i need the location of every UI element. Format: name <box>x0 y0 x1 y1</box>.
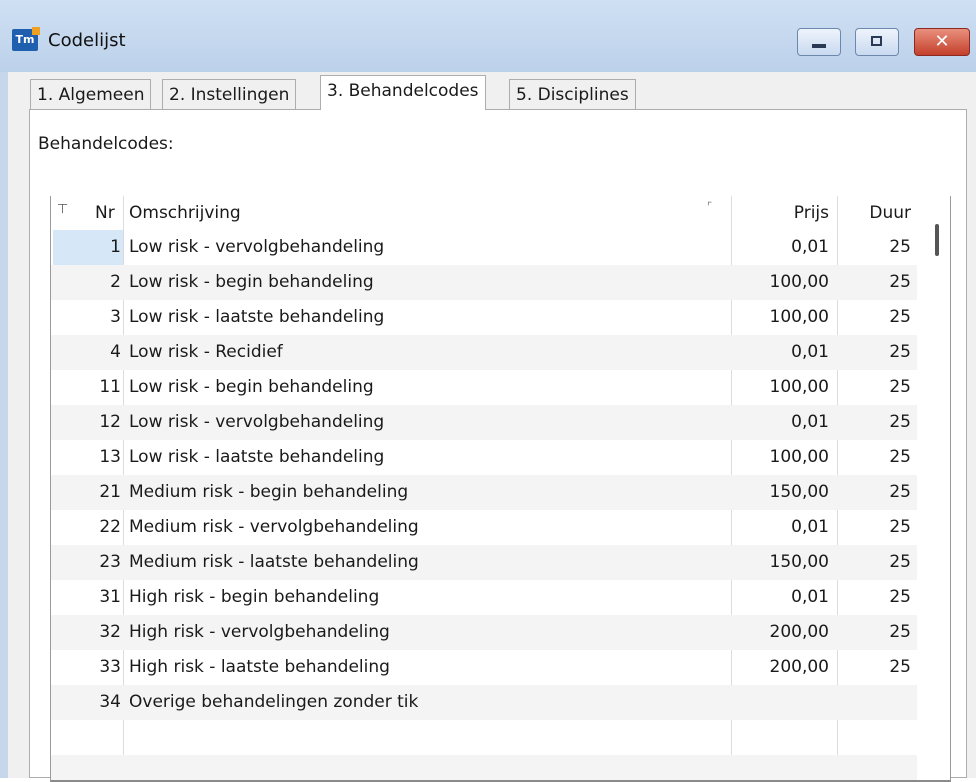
cell-omschrijving[interactable]: Low risk - Recidief <box>129 335 729 370</box>
column-header-nr[interactable]: Nr <box>95 196 115 230</box>
cell-duur[interactable]: 25 <box>847 335 911 370</box>
tab-panel-behandelcodes: Behandelcodes: ⊤ Nr Omschrijving ⌜ Prijs… <box>29 109 967 782</box>
cell-prijs[interactable] <box>741 685 829 720</box>
cell-nr[interactable]: 3 <box>61 300 121 335</box>
column-header-duur[interactable]: Duur <box>847 196 911 230</box>
cell-nr[interactable]: 21 <box>61 475 121 510</box>
vertical-scrollbar[interactable] <box>925 196 949 780</box>
cell-prijs[interactable]: 0,01 <box>741 335 829 370</box>
cell-nr[interactable]: 13 <box>61 440 121 475</box>
cell-nr[interactable]: 1 <box>61 230 121 265</box>
cell-prijs[interactable]: 200,00 <box>741 615 829 650</box>
cell-nr[interactable]: 34 <box>61 685 121 720</box>
cell-omschrijving[interactable]: Low risk - begin behandeling <box>129 265 729 300</box>
cell-prijs[interactable]: 100,00 <box>741 370 829 405</box>
table-row[interactable]: 31 High risk - begin behandeling 0,01 25 <box>51 580 917 615</box>
tab-behandelcodes[interactable]: 3. Behandelcodes <box>320 75 486 110</box>
cell-omschrijving[interactable]: High risk - vervolgbehandeling <box>129 615 729 650</box>
cell-prijs[interactable]: 0,01 <box>741 510 829 545</box>
cell-nr[interactable]: 12 <box>61 405 121 440</box>
cell-nr[interactable]: 33 <box>61 650 121 685</box>
empty-row[interactable] <box>51 720 917 755</box>
table-row[interactable]: 23 Medium risk - laatste behandeling 150,0… <box>51 545 917 580</box>
tab-instellingen[interactable]: 2. Instellingen <box>162 79 297 109</box>
table-row[interactable]: 34 Overige behandelingen zonder tik <box>51 685 917 720</box>
table-row[interactable]: 13 Low risk - laatste behandeling 100,00 25 <box>51 440 917 475</box>
cell-prijs[interactable]: 100,00 <box>741 265 829 300</box>
table-row[interactable]: 21 Medium risk - begin behandeling 150,00 2… <box>51 475 917 510</box>
cell-omschrijving[interactable]: Medium risk - vervolgbehandeling <box>129 510 729 545</box>
cell-nr[interactable]: 32 <box>61 615 121 650</box>
cell-duur[interactable]: 25 <box>847 265 911 300</box>
table-row[interactable]: 32 High risk - vervolgbehandeling 200,00 25 <box>51 615 917 650</box>
table-row[interactable]: 11 Low risk - begin behandeling 100,00 25 <box>51 370 917 405</box>
cell-omschrijving[interactable]: Medium risk - begin behandeling <box>129 475 729 510</box>
cell-nr[interactable]: 31 <box>61 580 121 615</box>
column-header-omschrijving[interactable]: Omschrijving <box>129 196 241 230</box>
behandelcodes-grid[interactable]: ⊤ Nr Omschrijving ⌜ Prijs Duur 1 Low risk… <box>50 196 951 782</box>
cell-duur[interactable]: 25 <box>847 650 911 685</box>
cell-prijs[interactable]: 0,01 <box>741 580 829 615</box>
cell-omschrijving[interactable]: Overige behandelingen zonder tik <box>129 685 729 720</box>
tab-algemeen[interactable]: 1. Algemeen <box>30 79 152 109</box>
cell-nr[interactable]: 11 <box>61 370 121 405</box>
cell-omschrijving[interactable]: Low risk - laatste behandeling <box>129 440 729 475</box>
cell-prijs[interactable]: 200,00 <box>741 650 829 685</box>
window-title: Codelijst <box>48 30 126 51</box>
title-bar[interactable]: Tm Codelijst ✕ <box>0 0 976 72</box>
cell-omschrijving[interactable]: Low risk - vervolgbehandeling <box>129 230 729 265</box>
cell-omschrijving[interactable]: Low risk - begin behandeling <box>129 370 729 405</box>
close-icon: ✕ <box>934 31 950 52</box>
cell-omschrijving[interactable]: High risk - begin behandeling <box>129 580 729 615</box>
cell-nr[interactable]: 22 <box>61 510 121 545</box>
table-row[interactable]: 2 Low risk - begin behandeling 100,00 25 <box>51 265 917 300</box>
cell-duur[interactable]: 25 <box>847 370 911 405</box>
cell-nr[interactable]: 2 <box>61 265 121 300</box>
cell-prijs[interactable]: 100,00 <box>741 440 829 475</box>
minimize-icon <box>812 44 826 48</box>
cell-duur[interactable]: 25 <box>847 615 911 650</box>
client-area: 1. Algemeen 2. Instellingen 3. Behandelc… <box>8 72 976 782</box>
scrollbar-thumb[interactable] <box>935 224 939 256</box>
table-row[interactable]: 3 Low risk - laatste behandeling 100,00 25 <box>51 300 917 335</box>
cell-omschrijving[interactable]: Low risk - vervolgbehandeling <box>129 405 729 440</box>
table-row[interactable]: 1 Low risk - vervolgbehandeling 0,01 25 <box>51 230 917 265</box>
cell-duur[interactable]: 25 <box>847 300 911 335</box>
table-row[interactable]: 4 Low risk - Recidief 0,01 25 <box>51 335 917 370</box>
tab-disciplines[interactable]: 5. Disciplines <box>509 79 636 109</box>
cell-prijs[interactable]: 100,00 <box>741 300 829 335</box>
cell-duur[interactable]: 25 <box>847 230 911 265</box>
table-row[interactable]: 22 Medium risk - vervolgbehandeling 0,01 25 <box>51 510 917 545</box>
column-header-prijs[interactable]: Prijs <box>741 196 829 230</box>
filter-icon[interactable]: ⊤ <box>57 202 68 217</box>
cell-omschrijving[interactable]: High risk - laatste behandeling <box>129 650 729 685</box>
sort-icon: ⌜ <box>707 200 713 213</box>
cell-prijs[interactable]: 0,01 <box>741 230 829 265</box>
cell-duur[interactable]: 25 <box>847 440 911 475</box>
table-row[interactable]: 33 High risk - laatste behandeling 200,00 2… <box>51 650 917 685</box>
cell-nr[interactable]: 4 <box>61 335 121 370</box>
close-button[interactable]: ✕ <box>914 28 970 56</box>
maximize-button[interactable] <box>855 28 899 56</box>
cell-duur[interactable] <box>847 685 911 720</box>
section-label: Behandelcodes: <box>38 134 174 154</box>
cell-duur[interactable]: 25 <box>847 545 911 580</box>
cell-prijs[interactable]: 150,00 <box>741 475 829 510</box>
table-row[interactable]: 12 Low risk - vervolgbehandeling 0,01 25 <box>51 405 917 440</box>
cell-omschrijving[interactable]: Medium risk - laatste behandeling <box>129 545 729 580</box>
cell-omschrijving[interactable]: Low risk - laatste behandeling <box>129 300 729 335</box>
cell-duur[interactable]: 25 <box>847 580 911 615</box>
codelijst-window: Tm Codelijst ✕ 1. Algemeen 2. Instelling… <box>0 0 976 782</box>
grid-header: ⊤ Nr Omschrijving ⌜ Prijs Duur <box>51 196 917 230</box>
maximize-icon <box>871 36 882 46</box>
cell-duur[interactable]: 25 <box>847 475 911 510</box>
cell-prijs[interactable]: 150,00 <box>741 545 829 580</box>
cell-duur[interactable]: 25 <box>847 405 911 440</box>
cell-prijs[interactable]: 0,01 <box>741 405 829 440</box>
cell-nr[interactable]: 23 <box>61 545 121 580</box>
app-logo-icon: Tm <box>12 27 40 51</box>
minimize-button[interactable] <box>797 28 841 56</box>
cell-duur[interactable]: 25 <box>847 510 911 545</box>
